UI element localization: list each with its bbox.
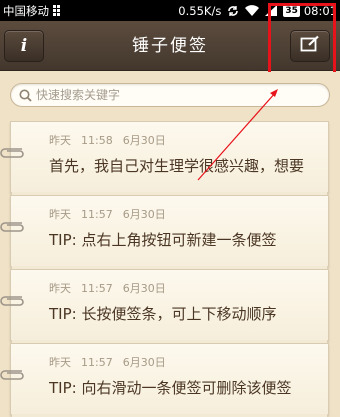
- note-time: 11:57: [81, 356, 113, 369]
- note-item[interactable]: 昨天 11:57 6月30日 TIP: 点右上角按钮可新建一条便签: [10, 195, 329, 270]
- note-time: 11:57: [81, 208, 113, 221]
- info-icon: i: [20, 36, 28, 56]
- sync-icon: [227, 5, 239, 17]
- note-day: 昨天: [49, 356, 71, 369]
- paper-clip-icon: [0, 148, 24, 158]
- note-date: 6月30日: [122, 134, 166, 147]
- paper-clip-icon: [0, 370, 24, 380]
- note-text: TIP: 向右滑动一条便签可删除该便签: [49, 379, 292, 397]
- note-text: TIP: 点右上角按钮可新建一条便签: [49, 231, 277, 249]
- note-meta: 昨天 11:57 6月30日: [49, 354, 176, 370]
- note-meta: 昨天 11:57 6月30日: [49, 206, 176, 222]
- note-item[interactable]: 昨天 11:57 6月30日 TIP: 长按便签条，可上下移动顺序: [10, 269, 329, 344]
- note-meta: 昨天 11:57 6月30日: [49, 280, 176, 296]
- search-input[interactable]: [36, 88, 296, 102]
- sim-grid-icon: [53, 5, 63, 16]
- note-date: 6月30日: [122, 282, 166, 295]
- note-time: 11:58: [81, 134, 113, 147]
- note-day: 昨天: [49, 208, 71, 221]
- info-button[interactable]: i: [4, 30, 44, 62]
- note-date: 6月30日: [122, 208, 166, 221]
- note-day: 昨天: [49, 134, 71, 147]
- note-time: 11:57: [81, 282, 113, 295]
- wifi-icon: [245, 5, 260, 16]
- search-bar[interactable]: [10, 83, 330, 107]
- search-icon: [19, 89, 32, 102]
- note-item[interactable]: 昨天 11:57 6月30日 TIP: 向右滑动一条便签可删除该便签: [10, 343, 329, 417]
- search-area: [0, 72, 340, 118]
- carrier-name: 中国移动: [3, 3, 49, 18]
- note-text: 首先，我自己对生理学很感兴趣，想要: [49, 157, 305, 175]
- note-item[interactable]: 昨天 11:58 6月30日 首先，我自己对生理学很感兴趣，想要: [10, 121, 329, 196]
- paper-clip-icon: [0, 296, 24, 306]
- paper-clip-icon: [0, 222, 24, 232]
- note-text: TIP: 长按便签条，可上下移动顺序: [49, 305, 277, 323]
- note-meta: 昨天 11:58 6月30日: [49, 132, 176, 148]
- network-speed: 0.55K/s: [178, 3, 222, 18]
- note-date: 6月30日: [122, 356, 166, 369]
- note-day: 昨天: [49, 282, 71, 295]
